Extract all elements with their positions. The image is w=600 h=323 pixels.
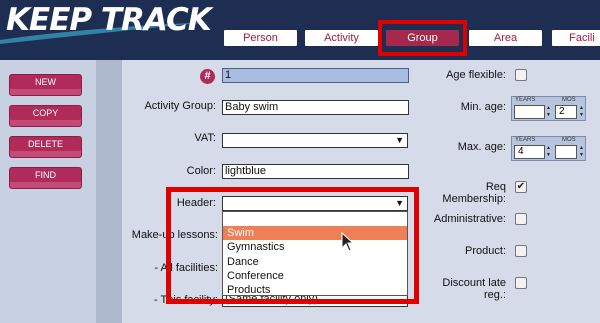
app-logo: KEEP TRACK: [6, 2, 212, 38]
color-label: Color:: [186, 165, 216, 177]
years-header: YEARS: [515, 137, 536, 143]
discount-late-reg-label: Discount late reg.:: [442, 277, 506, 301]
administrative-label: Administrative:: [433, 213, 506, 225]
min-age-label: Min. age:: [460, 101, 506, 113]
command-column: NEW COPY DELETE FIND: [0, 60, 96, 323]
min-age-stepper: YEARS MOS ▲ ▼ 2 ▲ ▼: [511, 96, 586, 121]
vat-select[interactable]: ▼: [222, 133, 408, 148]
tab-person[interactable]: Person: [224, 30, 297, 46]
header-annotation: [166, 187, 419, 304]
delete-button[interactable]: DELETE: [9, 136, 82, 158]
max-age-stepper: YEARS MOS 4 ▲ ▼ ▲ ▼: [511, 136, 586, 161]
new-button[interactable]: NEW: [9, 74, 82, 96]
req-membership-checkbox[interactable]: ✔: [515, 181, 527, 193]
min-age-years-input[interactable]: [514, 105, 545, 119]
copy-button[interactable]: COPY: [9, 105, 82, 127]
column-divider: [96, 60, 122, 323]
administrative-checkbox[interactable]: [515, 213, 527, 225]
id-field[interactable]: 1: [222, 68, 409, 83]
max-age-mos-input[interactable]: [555, 145, 577, 159]
checkmark-icon: ✔: [516, 181, 526, 192]
years-header: YEARS: [515, 97, 536, 103]
activity-group-input[interactable]: Baby swim: [222, 100, 409, 115]
spin-arrows-icon[interactable]: ▲ ▼: [578, 145, 585, 159]
spin-arrows-icon[interactable]: ▲ ▼: [545, 145, 552, 159]
age-flexible-label: Age flexible:: [446, 69, 506, 81]
age-flexible-checkbox[interactable]: [515, 69, 527, 81]
mos-header: MOS: [562, 137, 576, 143]
mouse-cursor-icon: [341, 232, 355, 252]
hash-icon: #: [200, 69, 215, 84]
req-membership-label: Req Membership:: [442, 181, 506, 205]
dropdown-arrow-icon: ▼: [395, 135, 404, 145]
color-input[interactable]: lightblue: [222, 164, 409, 179]
spin-arrows-icon[interactable]: ▲ ▼: [545, 105, 552, 119]
find-button[interactable]: FIND: [9, 167, 82, 189]
product-label: Product:: [465, 245, 506, 257]
mos-header: MOS: [562, 97, 576, 103]
tab-facility[interactable]: Facili: [552, 30, 600, 46]
activity-group-label: Activity Group:: [144, 100, 216, 112]
spin-arrows-icon[interactable]: ▲ ▼: [578, 105, 585, 119]
max-age-years-input[interactable]: 4: [514, 145, 545, 159]
vat-label: VAT:: [194, 132, 216, 144]
tab-activity[interactable]: Activity: [305, 30, 378, 46]
product-checkbox[interactable]: [515, 245, 527, 257]
min-age-mos-input[interactable]: 2: [555, 105, 577, 119]
top-bar: KEEP TRACK Person Activity Group Area Fa…: [0, 0, 600, 60]
discount-late-reg-checkbox[interactable]: [515, 277, 527, 289]
tab-area[interactable]: Area: [469, 30, 542, 46]
tab-group-annotation: [378, 20, 467, 56]
max-age-label: Max. age:: [457, 141, 506, 153]
